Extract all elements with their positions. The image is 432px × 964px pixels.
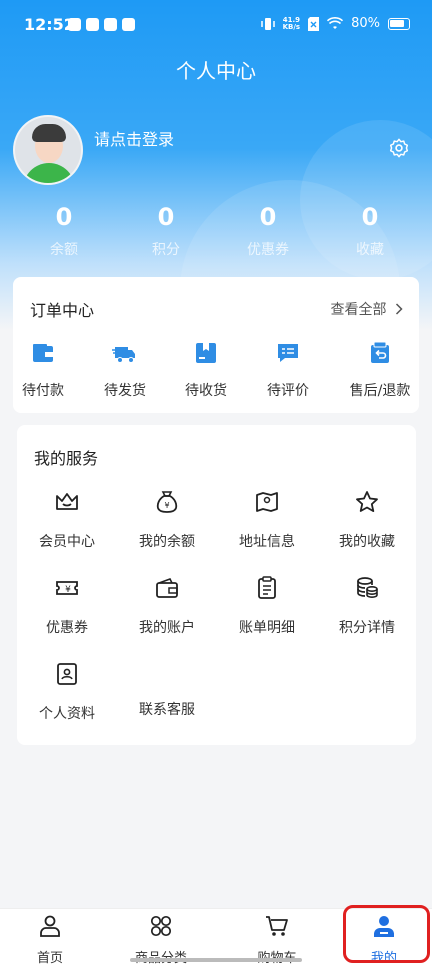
battery-percent: 80% xyxy=(351,16,380,31)
service-my-account[interactable]: 我的账户 xyxy=(117,575,217,637)
wallet-icon xyxy=(156,578,178,598)
service-label: 优惠券 xyxy=(46,620,88,636)
view-all-orders-link[interactable]: 查看全部 xyxy=(331,299,403,319)
app-notification-icon xyxy=(122,18,135,31)
order-after-sales[interactable]: 售后/退款 xyxy=(340,340,420,400)
stat-balance[interactable]: 0 余额 xyxy=(14,203,114,259)
order-label: 待收货 xyxy=(185,383,227,399)
order-center-title: 订单中心 xyxy=(30,301,95,320)
view-all-label: 查看全部 xyxy=(330,302,387,318)
package-icon xyxy=(196,343,216,363)
crown-icon xyxy=(56,493,78,510)
service-coupons[interactable]: ¥ 优惠券 xyxy=(17,575,117,637)
notification-icons xyxy=(68,18,135,31)
stat-points[interactable]: 0 积分 xyxy=(116,203,216,259)
coupon-icon: ¥ xyxy=(56,581,78,595)
tab-label: 首页 xyxy=(36,951,63,964)
service-address-info[interactable]: 地址信息 xyxy=(217,489,317,551)
home-indicator[interactable] xyxy=(130,958,302,962)
login-prompt[interactable]: 请点击登录 xyxy=(94,126,174,150)
service-label: 积分详情 xyxy=(339,620,395,636)
svg-text:¥: ¥ xyxy=(164,501,169,510)
gear-icon[interactable] xyxy=(388,137,410,159)
battery-icon xyxy=(388,17,410,30)
refund-icon xyxy=(371,341,389,363)
service-bill-details[interactable]: 账单明细 xyxy=(217,575,317,637)
coins-icon xyxy=(357,577,378,599)
tab-cart[interactable]: 购物车 xyxy=(227,913,327,964)
service-my-balance[interactable]: ¥ 我的余额 xyxy=(117,489,217,551)
avatar[interactable] xyxy=(13,115,83,185)
service-label: 联系客服 xyxy=(139,702,195,718)
services-title: 我的服务 xyxy=(34,449,99,468)
grid-icon xyxy=(150,915,172,937)
order-label: 售后/退款 xyxy=(349,383,411,399)
service-personal-info[interactable]: 个人资料 xyxy=(17,661,117,723)
map-icon xyxy=(256,492,278,512)
money-bag-icon: ¥ xyxy=(156,491,178,513)
svg-text:¥: ¥ xyxy=(65,585,71,595)
stat-value: 0 xyxy=(157,203,175,231)
order-label: 待付款 xyxy=(22,383,64,399)
star-icon xyxy=(356,491,378,512)
service-member-center[interactable]: 会员中心 xyxy=(17,489,117,551)
order-pending-shipment[interactable]: 待发货 xyxy=(85,340,165,400)
review-icon xyxy=(278,344,298,362)
page-title: 个人中心 xyxy=(176,59,256,83)
order-label: 待评价 xyxy=(267,383,309,399)
stat-value: 0 xyxy=(259,203,277,231)
stat-coupons[interactable]: 0 优惠券 xyxy=(218,203,318,259)
cart-icon xyxy=(266,916,288,936)
stat-label: 收藏 xyxy=(356,242,384,258)
network-speed: 41.9 KB/s xyxy=(282,16,301,31)
stat-label: 优惠券 xyxy=(247,242,289,258)
home-person-icon xyxy=(40,915,60,937)
stat-label: 余额 xyxy=(50,242,78,258)
service-label: 我的收藏 xyxy=(339,534,395,550)
service-label: 我的账户 xyxy=(139,620,195,636)
service-my-favorites[interactable]: 我的收藏 xyxy=(317,489,417,551)
my-services-card: 我的服务 会员中心 ¥ 我的余额 地址信息 我的收藏 ¥ 优惠券 我的账户 账单… xyxy=(17,425,416,745)
stat-value: 0 xyxy=(55,203,73,231)
truck-icon xyxy=(112,347,135,363)
order-pending-review[interactable]: 待评价 xyxy=(248,340,328,400)
tab-home[interactable]: 首页 xyxy=(0,913,100,964)
service-label: 会员中心 xyxy=(39,534,95,550)
sim-icon xyxy=(308,16,320,31)
app-notification-icon xyxy=(68,18,81,31)
wallet-icon xyxy=(33,344,53,362)
active-tab-highlight xyxy=(343,905,430,963)
app-notification-icon xyxy=(104,18,117,31)
clipboard-icon xyxy=(258,576,276,599)
chevron-right-icon xyxy=(395,303,403,315)
app-notification-icon xyxy=(86,18,99,31)
order-pending-payment[interactable]: 待付款 xyxy=(3,340,83,400)
order-label: 待发货 xyxy=(104,383,146,399)
service-label: 地址信息 xyxy=(239,534,295,550)
stat-label: 积分 xyxy=(152,242,180,258)
wifi-icon xyxy=(327,17,344,29)
stat-value: 0 xyxy=(361,203,379,231)
tab-categories[interactable]: 商品分类 xyxy=(111,913,211,964)
order-pending-receipt[interactable]: 待收货 xyxy=(166,340,246,400)
stats-row: 0 余额 0 积分 0 优惠券 0 收藏 xyxy=(0,203,432,263)
status-bar: 12:52 41.9 KB/s 80% xyxy=(0,0,432,52)
service-label: 我的余额 xyxy=(139,534,195,550)
profile-card-icon xyxy=(57,663,77,685)
service-points-details[interactable]: 积分详情 xyxy=(317,575,417,637)
vibrate-icon xyxy=(260,17,275,30)
service-label: 账单明细 xyxy=(239,620,295,636)
customer-support-icon xyxy=(154,661,180,687)
service-label: 个人资料 xyxy=(39,706,95,722)
service-customer-support[interactable]: 联系客服 xyxy=(117,661,217,719)
order-center-card: 订单中心 查看全部 待付款 待发货 待收货 待评价 售后/退款 xyxy=(13,277,419,413)
net-speed-unit: KB/s xyxy=(282,22,301,31)
stat-favorites[interactable]: 0 收藏 xyxy=(320,203,420,259)
